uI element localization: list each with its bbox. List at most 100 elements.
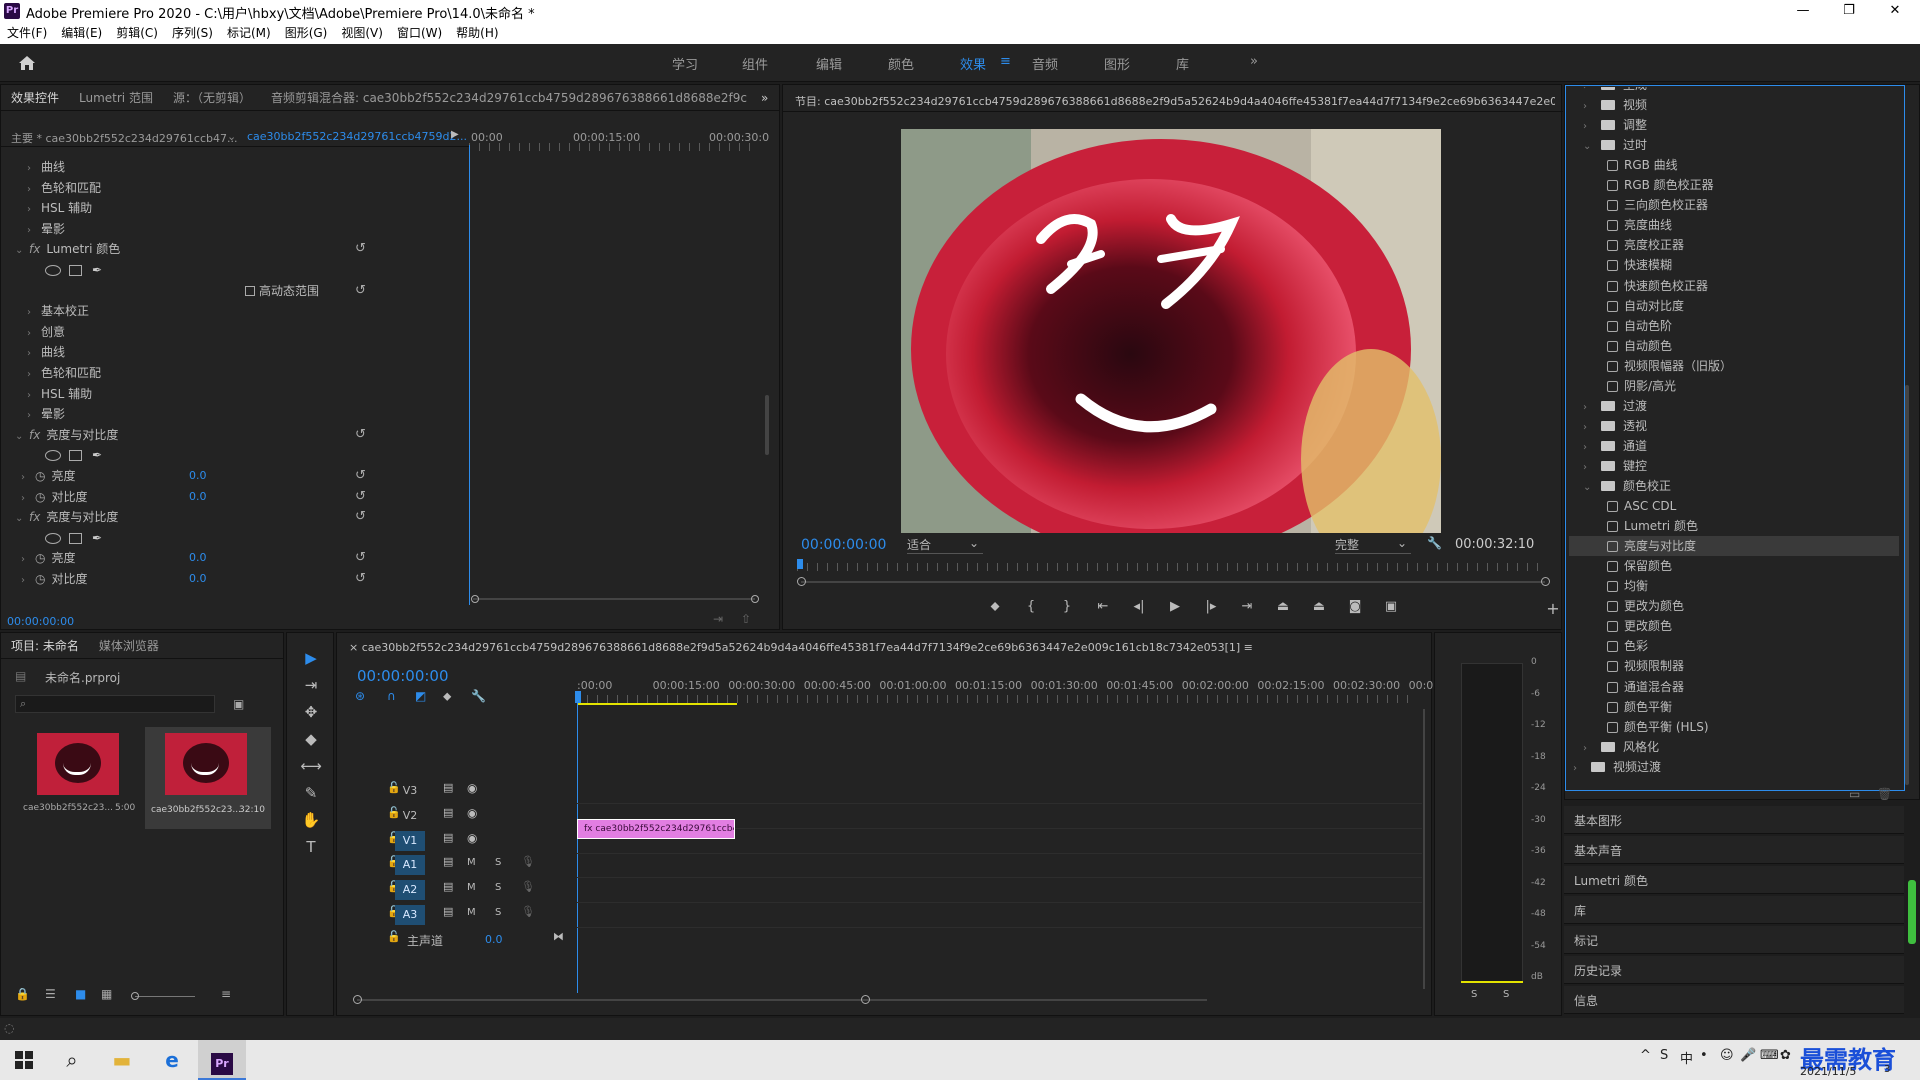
- effect-tree-item[interactable]: RGB 颜色校正器: [1569, 175, 1899, 195]
- sync-lock-icon[interactable]: ▤: [443, 781, 453, 794]
- ellipse-mask-icon[interactable]: [45, 265, 61, 276]
- program-playhead[interactable]: [797, 559, 803, 569]
- go-to-in-icon[interactable]: ⇤: [1091, 599, 1115, 614]
- menu-item-8[interactable]: 帮助(H): [449, 22, 505, 44]
- new-bin-icon[interactable]: ▭: [1849, 787, 1860, 801]
- ec-row[interactable]: › 曲线: [27, 157, 467, 177]
- timeline-v-scrollbar[interactable]: [1423, 709, 1425, 989]
- effect-tree-item[interactable]: 亮度校正器: [1569, 235, 1899, 255]
- disclosure-icon[interactable]: ›: [27, 365, 41, 385]
- new-bin-icon[interactable]: ▣: [233, 697, 244, 711]
- project-clip-thumb-2[interactable]: cae30bb2f552c23... 32:10: [145, 727, 271, 829]
- tray-icon-0[interactable]: ^: [1640, 1048, 1651, 1063]
- track-target-V1[interactable]: V1: [395, 831, 425, 851]
- track-target-V2[interactable]: V2: [395, 806, 425, 826]
- solo-button[interactable]: S: [495, 857, 501, 868]
- ec-tab-1[interactable]: Lumetri 范围: [69, 85, 163, 110]
- disclosure-icon[interactable]: ›: [21, 550, 35, 570]
- reset-icon[interactable]: ↺: [355, 548, 366, 568]
- panel-overflow-icon[interactable]: »: [761, 91, 768, 105]
- reset-icon[interactable]: ↺: [355, 281, 366, 301]
- effect-tree-item[interactable]: 快速颜色校正器: [1569, 276, 1899, 296]
- collapsed-panel-5[interactable]: 历史记录: [1564, 956, 1904, 984]
- effect-tree-item[interactable]: 均衡: [1569, 576, 1899, 596]
- disclosure-icon[interactable]: ›: [1583, 458, 1597, 478]
- ec-timeline-ruler[interactable]: 00:00 00:00:15:00 00:00:30:0: [469, 127, 769, 151]
- ec-row[interactable]: ⌄ fx 亮度与对比度 ↺: [15, 425, 455, 445]
- disclosure-icon[interactable]: ›: [27, 180, 41, 200]
- vertical-scroll-indicator[interactable]: [1908, 880, 1916, 944]
- effect-tree-item[interactable]: › 视频过渡: [1569, 757, 1899, 777]
- ec-value[interactable]: 0.0: [189, 569, 207, 589]
- windows-start-icon[interactable]: [0, 1040, 48, 1080]
- sequence-clip-label[interactable]: cae30bb2f552c234d29761ccb4759d2...: [247, 130, 467, 143]
- disclosure-icon[interactable]: ›: [1583, 97, 1597, 117]
- effect-tree-item[interactable]: 三向颜色校正器: [1569, 195, 1899, 215]
- search-icon[interactable]: ⌕: [48, 1040, 96, 1080]
- linked-selection-icon[interactable]: ◩: [415, 689, 426, 703]
- disclosure-icon[interactable]: ›: [1583, 739, 1597, 759]
- project-clip-thumb-1[interactable]: cae30bb2f552c23... 5:00: [15, 727, 143, 823]
- effect-tree-item[interactable]: ⌄ 过时: [1569, 135, 1899, 155]
- workspace-tab-5[interactable]: 音频: [1032, 54, 1058, 73]
- ec-row[interactable]: › 曲线: [27, 342, 467, 362]
- effects-scrollbar[interactable]: [1905, 385, 1909, 785]
- reset-icon[interactable]: ↺: [355, 239, 366, 259]
- camera-icon[interactable]: ◙: [1343, 599, 1367, 614]
- reset-icon[interactable]: ↺: [355, 569, 366, 589]
- disclosure-icon[interactable]: ⌄: [15, 509, 29, 529]
- workspace-more-button[interactable]: »: [1250, 54, 1258, 69]
- ec-row[interactable]: ⌄ fx 亮度与对比度 ↺: [15, 507, 455, 527]
- premiere-taskbar-icon[interactable]: Pr: [198, 1040, 246, 1080]
- project-tab-0[interactable]: 项目: 未命名: [1, 633, 89, 658]
- disclosure-icon[interactable]: ›: [1583, 398, 1597, 418]
- microphone-icon[interactable]: 🎙: [521, 905, 535, 918]
- menu-item-3[interactable]: 序列(S): [165, 22, 220, 44]
- timeline-playhead-handle[interactable]: [575, 691, 581, 703]
- effect-tree-item[interactable]: ASC CDL: [1569, 496, 1899, 516]
- effect-tree-item[interactable]: › 调整: [1569, 115, 1899, 135]
- menu-item-0[interactable]: 文件(F): [0, 22, 54, 44]
- mute-button[interactable]: M: [467, 857, 476, 868]
- track-target-A1[interactable]: A1: [395, 855, 425, 875]
- trash-icon[interactable]: 🗑: [1877, 787, 1892, 801]
- home-icon[interactable]: [16, 52, 38, 74]
- workspace-tab-0[interactable]: 学习: [672, 54, 698, 73]
- project-search-input[interactable]: ⌕: [15, 695, 215, 713]
- nest-icon[interactable]: ⊛: [355, 689, 365, 703]
- v1-video-clip[interactable]: fx cae30bb2f552c234d29761ccb4: [577, 819, 735, 839]
- collapsed-panel-4[interactable]: 标记: [1564, 926, 1904, 954]
- sync-lock-icon[interactable]: ▤: [443, 806, 453, 819]
- track-select-tool-icon[interactable]: ⇥: [299, 676, 323, 694]
- ec-value[interactable]: 0.0: [189, 548, 207, 568]
- ec-row[interactable]: › ◷ 对比度 0.0 ↺: [21, 487, 461, 507]
- pen-tool-icon[interactable]: ✎: [299, 784, 323, 802]
- fx-icon[interactable]: fx: [29, 510, 40, 524]
- ec-value[interactable]: 0.0: [189, 466, 207, 486]
- rectangle-mask-icon[interactable]: [69, 532, 82, 544]
- stopwatch-icon[interactable]: ◷: [35, 572, 45, 586]
- disclosure-icon[interactable]: ›: [27, 159, 41, 179]
- workspace-tab-2[interactable]: 编辑: [816, 54, 842, 73]
- collapsed-panel-0[interactable]: 基本图形: [1564, 806, 1904, 834]
- menu-item-7[interactable]: 窗口(W): [390, 22, 449, 44]
- ec-row[interactable]: ✒: [27, 260, 467, 280]
- ellipse-mask-icon[interactable]: [45, 532, 61, 544]
- fx-icon[interactable]: fx: [29, 428, 40, 442]
- disclosure-icon[interactable]: ⌄: [15, 241, 29, 261]
- sort-icon[interactable]: ≡: [221, 987, 231, 1001]
- ec-row[interactable]: 高动态范围 ↺: [75, 281, 469, 301]
- ec-tab-3[interactable]: 音频剪辑混合器: cae30bb2f552c234d29761ccb4759d2…: [261, 85, 757, 110]
- marker-icon[interactable]: ⬥: [983, 599, 1007, 614]
- add-button-icon[interactable]: +: [1543, 599, 1563, 618]
- microphone-icon[interactable]: 🎙: [521, 855, 535, 868]
- disclosure-icon[interactable]: ›: [1573, 759, 1587, 779]
- tray-icon-5[interactable]: 🎤: [1740, 1048, 1756, 1063]
- wrench-icon[interactable]: 🔧: [1427, 536, 1442, 550]
- collapsed-panel-2[interactable]: Lumetri 颜色: [1564, 866, 1904, 894]
- wrench-icon[interactable]: 🔧: [471, 689, 486, 703]
- snap-icon[interactable]: ∩: [387, 689, 396, 703]
- project-search-field[interactable]: [34, 696, 212, 712]
- ec-row[interactable]: › 色轮和匹配: [27, 178, 467, 198]
- stopwatch-icon[interactable]: ◷: [35, 469, 45, 483]
